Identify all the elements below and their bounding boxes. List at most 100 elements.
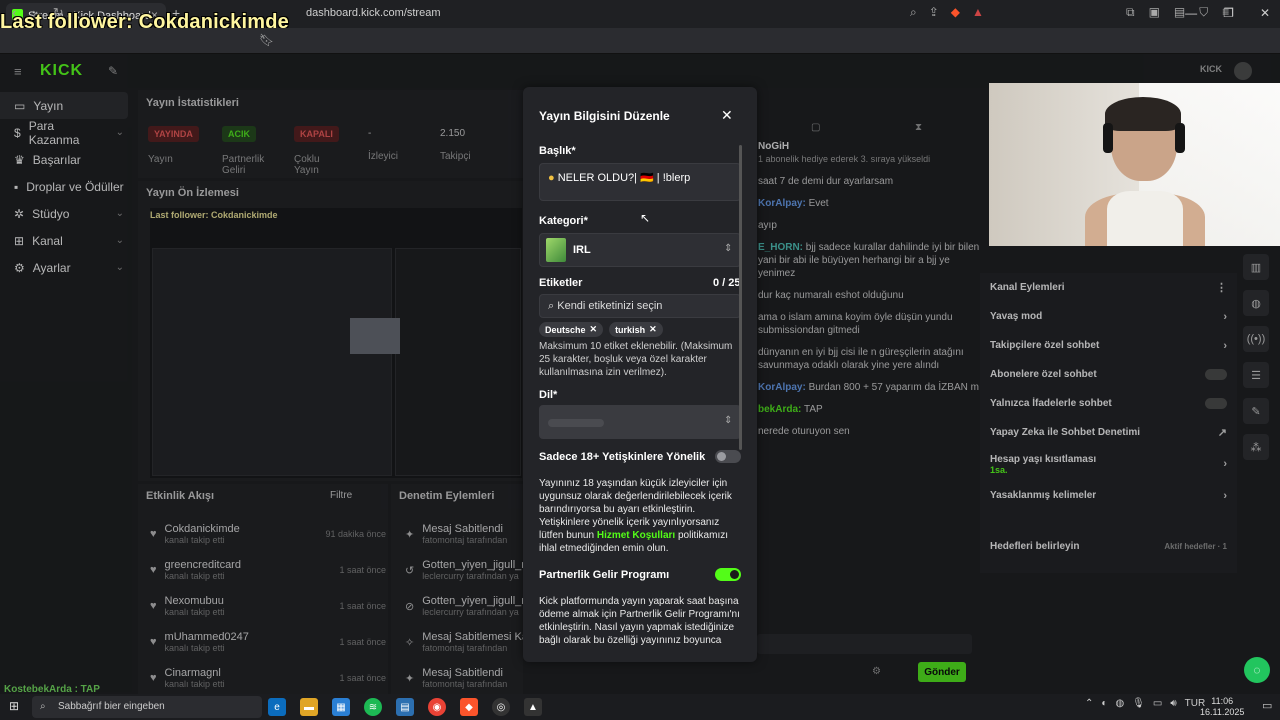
chrome-icon[interactable]: ◉ <box>428 698 446 716</box>
stat-label: İzleyici <box>368 151 399 162</box>
vpn-icon[interactable]: ⛉ <box>1199 5 1208 20</box>
store-icon[interactable]: ▦ <box>332 698 350 716</box>
microphone-icon[interactable]: 🎙︎ <box>1132 698 1145 709</box>
chat-icon[interactable]: ▢ <box>811 122 820 133</box>
subscribers-only-row[interactable]: Abonelere özel sohbet <box>980 360 1237 389</box>
wallet-icon[interactable]: ▤ <box>1174 5 1185 20</box>
preview-video[interactable]: Last follower: Cokdanickimde <box>150 208 522 478</box>
chat-username[interactable]: NoGiH <box>758 141 789 152</box>
terms-link[interactable]: Hizmet Koşulları <box>597 530 675 541</box>
sidebar-item-kanal[interactable]: ⊞ Kanal ⌄ <box>0 227 132 254</box>
hourglass-icon[interactable]: ⧗ <box>915 122 922 133</box>
preview-overlay-text: Last follower: Cokdanickimde <box>150 210 278 220</box>
account-age-row[interactable]: Hesap yaşı kısıtlaması 1sa. › <box>980 447 1237 481</box>
moderation-sub: leclercurry tarafından ya <box>422 571 519 581</box>
category-select[interactable]: IRL ⇕ <box>539 233 741 267</box>
chat-username[interactable]: KorAlpay: <box>758 382 806 393</box>
sidebar-item-droplar[interactable]: ▪ Droplar ve Ödüller <box>0 173 132 200</box>
menu-icon[interactable]: ≡ <box>1222 5 1229 20</box>
moderation-item: ✦ Mesaj Sabitlendi fatomontaj tarafından <box>405 516 523 552</box>
clipboard-icon[interactable]: ▥ <box>1243 254 1269 280</box>
pin-icon: ✦ <box>405 528 415 541</box>
wrench-icon[interactable]: ✎ <box>1243 398 1269 424</box>
tray-icon[interactable]: ◐ <box>1101 698 1107 709</box>
broadcast-icon[interactable]: ((•)) <box>1243 326 1269 352</box>
obs-icon[interactable]: ◎ <box>492 698 510 716</box>
back-icon[interactable]: ‹ <box>12 5 16 21</box>
sidebar-icon[interactable]: ▣ <box>1149 5 1160 20</box>
address-bar <box>0 28 1280 54</box>
users-icon[interactable]: ⁂ <box>1243 434 1269 460</box>
file-explorer-icon[interactable]: ▬ <box>300 698 318 716</box>
url-field[interactable]: dashboard.kick.com/stream <box>280 4 1020 22</box>
brave-shield-icon[interactable]: ◆ <box>951 5 960 20</box>
clock[interactable]: 11:06 16.11.2025 <box>1200 696 1244 718</box>
app-icon[interactable]: ▲ <box>524 698 542 716</box>
title-input[interactable]: ● NELER OLDU?| 🇩🇪 | !blerp <box>539 163 741 201</box>
share-icon[interactable]: ⇪ <box>929 5 939 20</box>
sidebar-item-yayin[interactable]: ▭ Yayın <box>0 92 128 119</box>
taskbar-search[interactable]: ⌕ Sabbağrıf bier eingeben <box>32 696 262 718</box>
remove-tag-icon[interactable]: ✕ <box>590 324 598 335</box>
followers-only-row[interactable]: Takipçilere özel sohbet › <box>980 331 1237 360</box>
chat-bubble-icon[interactable]: ◍ <box>1243 290 1269 316</box>
modal-scrollbar[interactable] <box>739 145 742 450</box>
reload-icon[interactable]: ↻ <box>53 5 64 21</box>
chat-settings-icon[interactable]: ⚙ <box>872 666 881 677</box>
spotify-icon[interactable]: ≋ <box>364 698 382 716</box>
windows-start-icon[interactable]: ⊞ <box>9 699 19 713</box>
emotes-only-row[interactable]: Yalnızca İfadelerle sohbet <box>980 389 1237 418</box>
send-button[interactable]: Gönder <box>918 662 966 682</box>
volume-icon[interactable]: 🔊︎ <box>1170 698 1176 709</box>
close-icon[interactable]: ✕ <box>721 107 733 124</box>
heart-icon: ♥ <box>150 564 157 576</box>
avatar[interactable] <box>1234 62 1252 80</box>
extensions-icon[interactable]: ⧉ <box>1126 5 1135 20</box>
moderation-sub: fatomontaj tarafından <box>422 535 508 545</box>
stat-value: - <box>368 128 372 139</box>
nav-buttons: ‹ › ↻ <box>12 5 64 21</box>
zoom-icon[interactable]: ⌕ <box>910 5 917 20</box>
row-label: Hesap yaşı kısıtlaması <box>990 453 1097 465</box>
kick-logo-icon[interactable]: KICK <box>40 62 83 80</box>
chat-input[interactable] <box>757 634 972 654</box>
sidebar-item-ayarlar[interactable]: ⚙ Ayarlar ⌄ <box>0 254 132 281</box>
network-icon[interactable]: ▭ <box>1153 698 1162 709</box>
adult-toggle[interactable] <box>715 450 741 463</box>
more-icon[interactable]: ⋮ <box>1216 281 1227 294</box>
tags-input[interactable]: ⌕ Kendi etiketinizi seçin <box>539 294 741 318</box>
brave-icon[interactable]: ◆ <box>460 698 478 716</box>
chat-username[interactable]: E_HORN: <box>758 242 803 253</box>
list-icon[interactable]: ☰ <box>1243 362 1269 388</box>
sidebar-item-basarilar[interactable]: ♛ Başarılar <box>0 146 132 173</box>
emotes-only-toggle[interactable] <box>1205 398 1227 409</box>
hamburger-icon[interactable]: ≡ <box>14 64 22 79</box>
chat-text: saat 7 de demi dur ayarlarsam <box>758 176 894 187</box>
chat-bubble-icon[interactable]: ◌ <box>1244 657 1270 683</box>
rewards-icon[interactable]: ▲ <box>972 5 984 20</box>
chat-username[interactable]: KorAlpay: <box>758 198 806 209</box>
tray-icon[interactable]: ◍ <box>1115 698 1124 709</box>
chevron-down-icon: ⌄ <box>115 127 124 138</box>
close-window-icon[interactable]: ✕ <box>1260 6 1270 20</box>
sidebar-item-para-kazanma[interactable]: $ Para Kazanma ⌄ <box>0 119 132 147</box>
edge-icon[interactable]: e <box>268 698 286 716</box>
banned-words-row[interactable]: Yasaklanmış kelimeler › <box>980 481 1237 510</box>
partner-toggle[interactable] <box>715 568 741 581</box>
subscribers-only-toggle[interactable] <box>1205 369 1227 380</box>
language-select[interactable]: ⇕ <box>539 405 741 439</box>
goals-row[interactable]: Hedefleri belirleyin Aktif hedefler · 1 <box>980 532 1237 561</box>
notification-icon[interactable]: ▭ <box>1262 699 1272 712</box>
chevron-up-icon[interactable]: ⌃ <box>1085 698 1093 709</box>
remove-tag-icon[interactable]: ✕ <box>649 324 657 335</box>
sidebar-item-studyo[interactable]: ✲ Stüdyo ⌄ <box>0 200 132 227</box>
calculator-icon[interactable]: ▤ <box>396 698 414 716</box>
sidebar: ▭ Yayın $ Para Kazanma ⌄ ♛ Başarılar ▪ Dropla… <box>0 92 132 692</box>
filter-button[interactable]: Filtre <box>330 490 352 501</box>
chat-username[interactable]: bekArda: <box>758 404 801 415</box>
ai-moderation-row[interactable]: Yapay Zeka ile Sohbet Denetimi ↗ <box>980 418 1237 447</box>
bookmark-icon[interactable]: 🔖︎ <box>259 33 274 47</box>
forward-icon[interactable]: › <box>32 5 36 21</box>
wrench-icon[interactable]: ✎ <box>108 64 118 78</box>
slow-mode-row[interactable]: Yavaş mod › <box>980 302 1237 331</box>
